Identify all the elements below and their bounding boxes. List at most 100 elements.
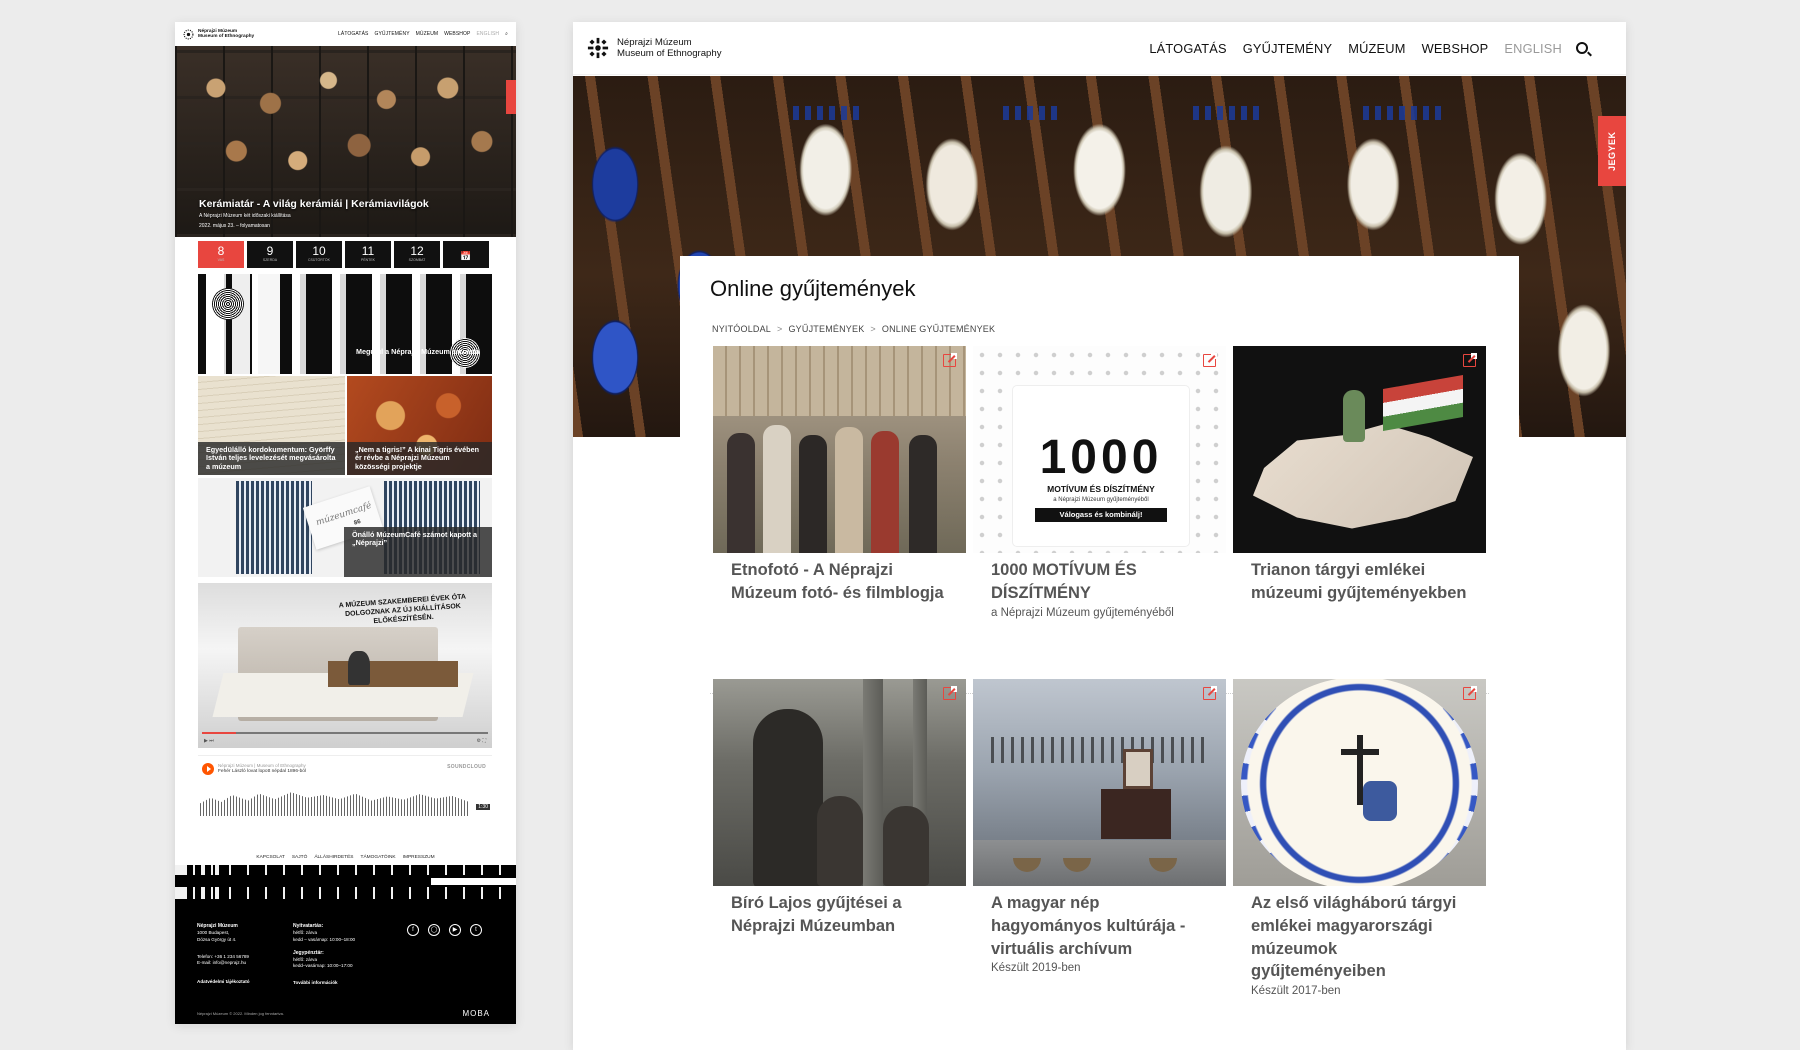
instagram-icon[interactable]: ◯ <box>428 924 440 936</box>
collection-title[interactable]: 1000 MOTÍVUM ÉS DÍSZÍTMÉNY <box>991 559 1208 605</box>
youtube-icon[interactable]: ▶ <box>449 924 461 936</box>
external-link-icon[interactable] <box>1203 353 1217 367</box>
collection-card-virtual-archive[interactable]: A magyar nép hagyományos kultúrája - vir… <box>973 679 1226 974</box>
news-tile-label: „Nem a tigris!” A kínai Tigris évében ér… <box>347 442 492 475</box>
photo-figure <box>799 435 827 553</box>
ceramic-pattern <box>1003 106 1063 120</box>
museum-logo-icon <box>587 37 609 59</box>
photo-background <box>973 840 1226 886</box>
footer-link[interactable]: SAJTÓ <box>292 855 307 860</box>
calendar-day[interactable]: 10 CSÜTÖRTÖK <box>296 241 342 268</box>
site-logo[interactable]: Néprajzi Múzeum Museum of Ethnography <box>587 37 722 59</box>
collection-thumbnail[interactable]: 1000 MOTÍVUM ÉS DÍSZÍTMÉNY a Néprajzi Mú… <box>973 346 1226 553</box>
collection-title[interactable]: Bíró Lajos gyűjtései a Néprajzi Múzeumba… <box>731 892 948 938</box>
magazine-number: 86 <box>353 518 362 527</box>
poster-line1: MOTÍVUM ÉS DÍSZÍTMÉNY <box>1047 484 1155 494</box>
collection-card-trianon[interactable]: Trianon tárgyi emlékei múzeumi gyűjtemén… <box>1233 346 1486 605</box>
collection-thumbnail[interactable] <box>713 346 966 553</box>
news-tile-document[interactable]: Egyedülálló kordokumentum: Györffy Istvá… <box>198 376 345 475</box>
calendar-day[interactable]: 12 SZOMBAT <box>394 241 440 268</box>
collection-thumbnail[interactable] <box>1233 346 1486 553</box>
ticket-button[interactable]: JEGYEK <box>1598 116 1626 186</box>
collection-card-etnofoto[interactable]: Etnofotó - A Néprajzi Múzeum fotó- és fi… <box>713 346 966 605</box>
photo-figure <box>763 425 791 553</box>
external-link-icon[interactable] <box>1203 686 1217 700</box>
hero-banner[interactable]: Kerámiatár - A világ kerámiái | Kerámiav… <box>175 46 516 237</box>
agency-credit[interactable]: MOBA <box>462 1009 490 1018</box>
external-link-icon[interactable] <box>943 353 957 367</box>
nav-muzeum[interactable]: MÚZEUM <box>416 31 439 37</box>
calendar-icon[interactable]: 📅 <box>443 241 489 268</box>
photo-object <box>1123 749 1153 789</box>
collection-thumbnail[interactable] <box>713 679 966 886</box>
privacy-link[interactable]: Adatvédelmi tájékoztató <box>197 979 250 986</box>
nav-gyujtemeny[interactable]: GYŰJTEMÉNY <box>374 31 409 37</box>
calendar-day[interactable]: 11 PÉNTEK <box>345 241 391 268</box>
calendar-day-name: SZERDA <box>262 258 278 262</box>
twitter-icon[interactable]: t <box>470 924 482 936</box>
collection-thumbnail[interactable] <box>973 679 1226 886</box>
nav-english[interactable]: ENGLISH <box>1504 41 1562 56</box>
nav-english[interactable]: ENGLISH <box>476 31 499 37</box>
video-player[interactable]: A MÚZEUM SZAKEMBEREI ÉVEK ÓTA DOLGOZNAK … <box>198 583 492 748</box>
soundcloud-waveform[interactable] <box>200 792 468 816</box>
soundcloud-logo[interactable]: SOUNDCLOUD <box>447 764 486 770</box>
soundcloud-track[interactable]: Fehér László lovat lopott népdal 1896-bó… <box>218 769 306 774</box>
nav-webshop[interactable]: WEBSHOP <box>444 31 470 37</box>
collection-title[interactable]: Etnofotó - A Néprajzi Múzeum fotó- és fi… <box>731 559 948 605</box>
plate-scene <box>1323 735 1399 835</box>
ceramic-pattern <box>793 106 863 120</box>
search-icon[interactable] <box>1576 42 1588 54</box>
play-icon[interactable] <box>202 763 214 775</box>
more-info-link[interactable]: További információk <box>293 980 355 987</box>
external-link-icon[interactable] <box>943 686 957 700</box>
footer-link[interactable]: TÁMOGATÓINK <box>361 855 396 860</box>
facebook-icon[interactable]: f <box>407 924 419 936</box>
news-tile-tiger[interactable]: „Nem a tigris!” A kínai Tigris évében ér… <box>347 376 492 475</box>
page-title: Online gyűjtemények <box>710 276 916 301</box>
nav-latogatas[interactable]: LÁTOGATÁS <box>1149 41 1226 56</box>
footer-email[interactable]: E-mail: info@neprajz.hu <box>197 960 250 967</box>
external-link-icon[interactable] <box>1463 353 1477 367</box>
mobile-logo[interactable]: Néprajzi Múzeum Museum of Ethnography <box>183 29 254 40</box>
collection-card-1000-motivum[interactable]: 1000 MOTÍVUM ÉS DÍSZÍTMÉNY a Néprajzi Mú… <box>973 346 1226 619</box>
collection-thumbnail[interactable] <box>1233 679 1486 886</box>
footer-link[interactable]: KAPCSOLAT <box>256 855 284 860</box>
poster-line3: Válogass és kombinálj! <box>1035 508 1167 522</box>
soundcloud-duration: 1:30 <box>476 804 490 810</box>
nav-muzeum[interactable]: MÚZEUM <box>1348 41 1405 56</box>
photo-figure <box>753 709 823 886</box>
calendar-day[interactable]: 8 VAS <box>198 241 244 268</box>
footer-link[interactable]: IMPRESSZUM <box>403 855 435 860</box>
soundcloud-account[interactable]: Néprajzi Múzeum | Museum of Ethnography <box>218 763 306 768</box>
collection-title[interactable]: Trianon tárgyi emlékei múzeumi gyűjtemén… <box>1251 559 1468 605</box>
news-tile-identity[interactable]: Megújul a Néprajzi Múzeum arculata <box>198 274 492 374</box>
nav-latogatas[interactable]: LÁTOGATÁS <box>338 31 368 37</box>
footer-link[interactable]: ÁLLÁSHIRDETÉS <box>314 855 353 860</box>
collection-title[interactable]: Az első világháború tárgyi emlékei magya… <box>1251 892 1468 983</box>
event-calendar: 8 VAS 9 SZERDA 10 CSÜTÖRTÖK 11 PÉNTEK 12 SZOM… <box>175 237 516 268</box>
calendar-day[interactable]: 9 SZERDA <box>247 241 293 268</box>
settings-icon[interactable]: ⚙ ⛶ <box>477 738 486 744</box>
search-icon[interactable]: ⌕ <box>505 31 508 37</box>
footer-graphic <box>431 878 516 885</box>
video-controls[interactable]: ▶ ⏭ ⚙ ⛶ <box>204 738 486 744</box>
breadcrumb-collections[interactable]: GYŰJTEMÉNYEK <box>788 324 864 334</box>
collection-card-ww1[interactable]: Az első világháború tárgyi emlékei magya… <box>1233 679 1486 997</box>
nav-gyujtemeny[interactable]: GYŰJTEMÉNY <box>1243 41 1332 56</box>
soundcloud-player: Néprajzi Múzeum | Museum of Ethnography … <box>198 755 492 835</box>
nav-webshop[interactable]: WEBSHOP <box>1422 41 1489 56</box>
collection-title[interactable]: A magyar nép hagyományos kultúrája - vir… <box>991 892 1208 960</box>
video-progress-bar[interactable] <box>202 732 488 734</box>
news-tile-cafe[interactable]: múzeumcafé 86 Önálló MúzeumCafé számot ka… <box>198 478 492 577</box>
collection-card-biro-lajos[interactable]: Bíró Lajos gyűjtései a Néprajzi Múzeumba… <box>713 679 966 938</box>
breadcrumb-home[interactable]: NYITÓOLDAL <box>712 324 771 334</box>
breadcrumb-separator: > <box>870 324 876 334</box>
logo-line2: Museum of Ethnography <box>198 34 255 39</box>
external-link-icon[interactable] <box>1463 686 1477 700</box>
play-icon[interactable]: ▶ ⏭ <box>204 738 214 744</box>
news-tile-label: Egyedülálló kordokumentum: Györffy Istvá… <box>198 442 345 475</box>
flag-shape <box>1383 374 1463 432</box>
ticket-tab[interactable] <box>506 80 516 114</box>
calendar-day-number: 8 <box>217 244 225 258</box>
